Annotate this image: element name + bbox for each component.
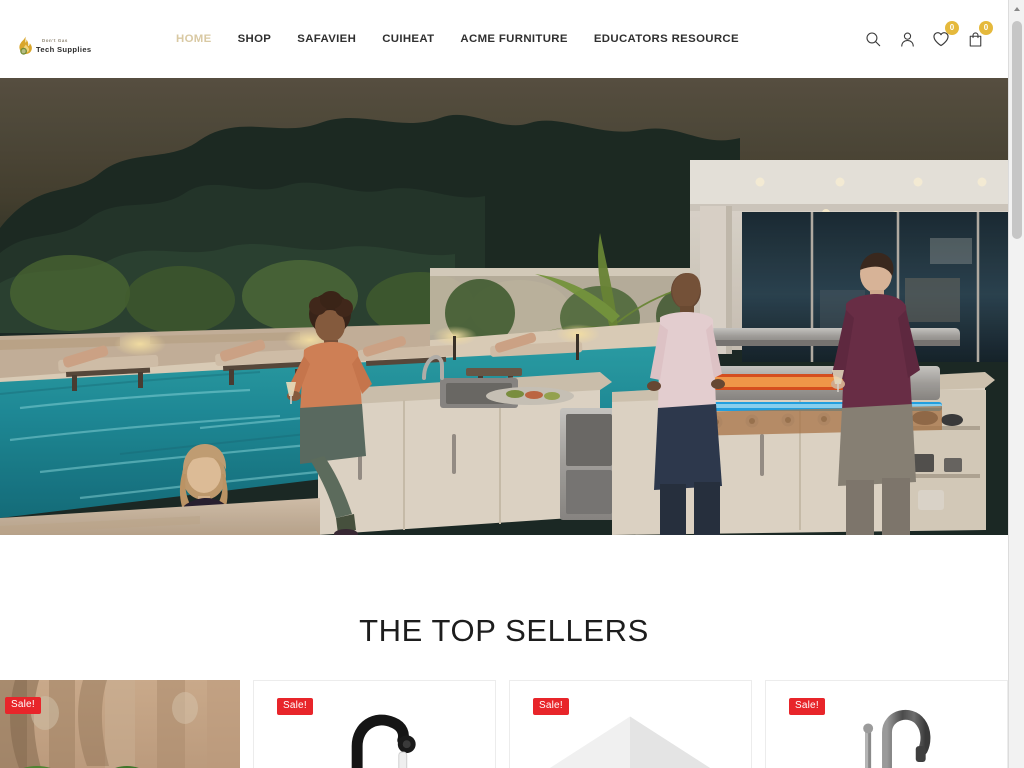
vertical-scrollbar[interactable] (1008, 0, 1024, 768)
section-title-top-sellers: THE TOP SELLERS (359, 613, 649, 648)
logo-text: Don't Gas Tech Supplies (36, 37, 92, 54)
heart-wishlist-icon[interactable]: 0 (930, 21, 959, 50)
product-card-black-bridge-kitchen-faucet[interactable]: Sale! (253, 680, 496, 768)
hero-banner-slide[interactable] (0, 78, 1008, 535)
wishlist-count-badge: 0 (945, 21, 959, 35)
product-card-outdoor-garden-planter[interactable]: Sale! (0, 680, 240, 768)
nav-item-home[interactable]: HOME (163, 33, 225, 45)
scroll-thumb[interactable] (1012, 21, 1022, 239)
scroll-up-arrow[interactable] (1009, 0, 1024, 17)
nav-item-cuiheat[interactable]: CUIHEAT (369, 33, 447, 45)
search-icon[interactable] (862, 28, 884, 50)
product-image-stone-wall-planter (0, 680, 240, 768)
sale-badge: Sale! (5, 697, 41, 714)
nav-item-acme-furniture[interactable]: ACME FURNITURE (447, 33, 580, 45)
nav-item-educators-resource[interactable]: EDUCATORS RESOURCE (581, 33, 752, 45)
product-image-chrome-tub-faucet (766, 681, 1007, 768)
hero-banner-image (0, 78, 1008, 535)
top-sellers-product-grid: Sale! Sale! Sale! Sale! (0, 659, 1008, 768)
nav-item-shop[interactable]: SHOP (225, 33, 285, 45)
logo-name: Tech Supplies (36, 44, 92, 54)
product-card-pop-up-canopy-tent[interactable]: Sale! (509, 680, 752, 768)
product-image-white-canopy-gazebo (510, 681, 751, 768)
page-content: Don't Gas Tech Supplies HOME SHOP SAFAVI… (0, 0, 1008, 768)
cart-count-badge: 0 (979, 21, 993, 35)
main-navigation: HOME SHOP SAFAVIEH CUIHEAT ACME FURNITUR… (163, 0, 752, 78)
site-logo[interactable]: Don't Gas Tech Supplies (18, 31, 96, 61)
scrollbar-track[interactable] (1009, 17, 1024, 751)
product-card-freestanding-tub-filler[interactable]: Sale! (765, 680, 1008, 768)
product-image-black-gooseneck-faucet (254, 681, 495, 768)
flame-icon (18, 36, 33, 57)
nav-item-safavieh[interactable]: SAFAVIEH (284, 33, 369, 45)
site-header: Don't Gas Tech Supplies HOME SHOP SAFAVI… (0, 0, 1008, 78)
shopping-bag-cart-icon[interactable]: 0 (964, 21, 993, 50)
header-icon-group: 0 0 (862, 0, 993, 78)
sale-badge: Sale! (277, 698, 313, 715)
sale-badge: Sale! (789, 698, 825, 715)
logo-tagline: Don't Gas (42, 37, 68, 43)
browser-viewport: Don't Gas Tech Supplies HOME SHOP SAFAVI… (0, 0, 1024, 768)
user-account-icon[interactable] (896, 28, 918, 50)
sale-badge: Sale! (533, 698, 569, 715)
